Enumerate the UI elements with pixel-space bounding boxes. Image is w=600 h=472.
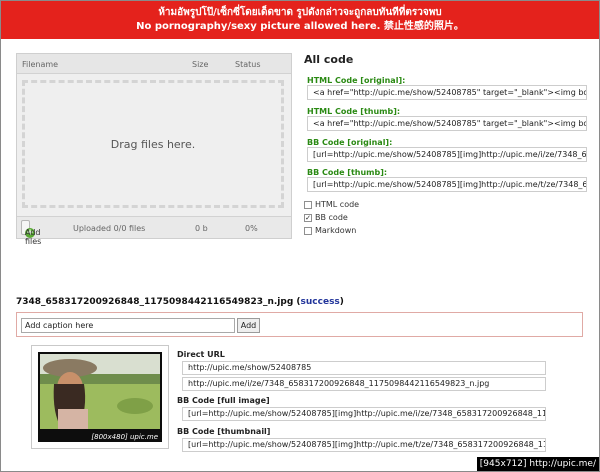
bb-thumbnail-field[interactable]: [url=http://upic.me/show/52408785][img]h…: [182, 438, 546, 452]
bb-code-option[interactable]: ✓ BB code: [304, 213, 348, 222]
markdown-option-label: Markdown: [315, 226, 357, 235]
status-close-paren: ): [339, 297, 344, 307]
bb-code-checkbox[interactable]: ✓: [304, 213, 312, 222]
uploaded-count: Uploaded 0/0 files: [73, 224, 146, 233]
image-credit-label: [945x712] http://upic.me/: [476, 457, 599, 471]
add-caption-button[interactable]: Add: [237, 318, 260, 333]
all-code-heading: All code: [304, 53, 354, 66]
filename-column-header: Filename: [22, 60, 59, 69]
bb-code-option-label: BB code: [315, 213, 348, 222]
html-code-option[interactable]: HTML code: [304, 200, 359, 209]
upload-footer: + Add files Uploaded 0/0 files 0 b 0%: [17, 216, 291, 246]
html-code-option-label: HTML code: [315, 200, 360, 209]
warning-thai-text: ห้ามอัพรูปโป๊/เซ็กซี่โดยเด็ดขาด รูปดังกล…: [158, 7, 442, 18]
thumbnail-image[interactable]: [800x480] upic.me: [38, 352, 162, 442]
warning-english-text: No pornography/sexy picture allowed here…: [136, 21, 464, 32]
html-thumb-label: HTML Code [thumb]:: [307, 107, 401, 116]
uploaded-file-title: 7348_658317200926848_1175098442116549823…: [16, 297, 344, 307]
direct-url-field-2[interactable]: http://upic.me/i/ze/7348_658317200926848…: [182, 377, 546, 391]
html-thumb-field[interactable]: <a href="http://upic.me/show/52408785" t…: [307, 116, 587, 131]
status-column-header: Status: [235, 60, 261, 69]
add-files-button[interactable]: + Add files: [21, 220, 41, 246]
size-column-header: Size: [192, 60, 209, 69]
upload-panel: Filename Size Status Drag files here. + …: [16, 53, 292, 246]
warning-banner: ห้ามอัพรูปโป๊/เซ็กซี่โดยเด็ดขาด รูปดังกล…: [1, 1, 599, 39]
page-frame: ห้ามอัพรูปโป๊/เซ็กซี่โดยเด็ดขาด รูปดังกล…: [0, 0, 600, 472]
bb-thumb-field[interactable]: [url=http://upic.me/show/52408785][img]h…: [307, 177, 587, 192]
bb-full-image-label: BB Code [full image]: [177, 396, 270, 405]
uploaded-filename: 7348_658317200926848_1175098442116549823…: [16, 297, 294, 307]
file-drop-zone[interactable]: Drag files here.: [22, 80, 284, 208]
add-files-label: Add files: [25, 228, 42, 246]
markdown-option[interactable]: Markdown: [304, 226, 356, 235]
markdown-checkbox[interactable]: [304, 226, 312, 235]
bb-thumbnail-label: BB Code [thumbnail]: [177, 427, 271, 436]
direct-url-field-1[interactable]: http://upic.me/show/52408785: [182, 361, 546, 375]
total-size: 0 b: [195, 224, 208, 233]
caption-input[interactable]: Add caption here: [21, 318, 235, 333]
bb-original-label: BB Code [original]:: [307, 138, 393, 147]
caption-row: Add caption here Add: [16, 312, 583, 337]
bb-thumb-label: BB Code [thumb]:: [307, 168, 388, 177]
drop-zone-text: Drag files here.: [110, 137, 196, 151]
html-original-label: HTML Code [original]:: [307, 76, 406, 85]
bb-original-field[interactable]: [url=http://upic.me/show/52408785][img]h…: [307, 147, 587, 162]
direct-url-label: Direct URL: [177, 350, 225, 359]
bb-full-image-field[interactable]: [url=http://upic.me/show/52408785][img]h…: [182, 407, 546, 421]
html-original-field[interactable]: <a href="http://upic.me/show/52408785" t…: [307, 85, 587, 100]
total-percent: 0%: [245, 224, 258, 233]
html-code-checkbox[interactable]: [304, 200, 312, 209]
photo-picture: [40, 354, 160, 429]
thumbnail-caption: [800x480] upic.me: [91, 433, 158, 441]
upload-table-header: Filename Size Status: [17, 54, 291, 74]
upload-status: success: [300, 297, 340, 307]
thumbnail-frame: [800x480] upic.me: [31, 345, 169, 449]
